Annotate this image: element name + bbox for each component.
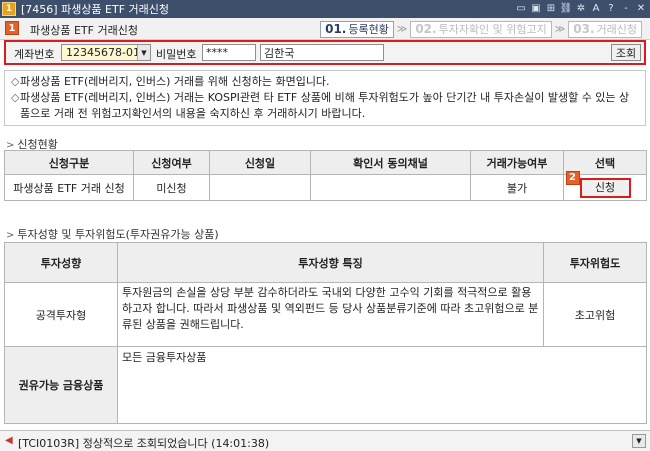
query-button[interactable]: 조회 [611,44,641,61]
recommended-products-value: 모든 금융투자상품 [117,346,647,424]
column-header: 투자위험도 [543,242,647,283]
table-header-row: 신청구분 신청여부 신청일 확인서 동의채널 거래가능여부 선택 [4,150,647,175]
step-indicator: 01. 등록현황 ≫ 02. 투자자확인 및 위험고지 ≫ 03. 거래신청 [320,20,642,38]
tile-icon[interactable]: ▣ [529,1,543,16]
column-header: 신청여부 [133,150,210,175]
account-label: 계좌번호 [14,48,55,61]
risk-level: 초고위험 [543,282,647,347]
password-label: 비밀번호 [156,48,197,61]
table-header-row: 투자성향 투자성향 특징 투자위험도 [4,242,647,283]
step-investor-confirm[interactable]: 02. 투자자확인 및 위험고지 [410,20,552,38]
screen-header: 1 파생상품 ETF 거래신청 01. 등록현황 ≫ 02. 투자자확인 및 위… [0,18,650,40]
settings-icon[interactable]: ✲ [574,1,588,16]
callout-badge-1: 1 [5,21,19,35]
column-header: 확인서 동의채널 [310,150,471,175]
table-row: 권유가능 금융상품 모든 금융투자상품 [4,346,647,424]
minimize-icon[interactable]: - [619,1,633,16]
application-date [209,174,311,201]
font-icon[interactable]: A [589,1,603,16]
status-bar: ◀ [TCI0103R] 정상적으로 조회되었습니다 (14:01:38) ▼ [0,430,650,451]
section-arrow-icon: > [6,230,15,241]
status-message: [TCI0103R] 정상적으로 조회되었습니다 (14:01:38) [18,437,270,450]
select-cell: 2 신청 [563,170,647,201]
investment-type: 공격투자형 [4,282,118,347]
application-type: 파생상품 ETF 거래 신청 [4,174,134,201]
tradable-status: 불가 [470,174,564,201]
column-header: 신청일 [209,150,311,175]
grid-icon[interactable]: ⊞ [544,1,558,16]
help-icon[interactable]: ? [604,1,618,16]
consent-channel [310,174,471,201]
chevron-down-icon[interactable]: ▼ [632,434,646,448]
account-holder-name: 김한국 [260,44,384,61]
step-arrow-icon: ≫ [396,23,408,35]
notice-line: ◇ 파생상품 ETF(레버리지, 인버스) 거래를 위해 신청하는 화면입니다. [11,75,330,88]
callout-badge-2: 2 [565,170,580,185]
app-icon: 1 [2,2,16,16]
account-select[interactable]: 12345678-01 ▼ [61,44,151,61]
apply-button[interactable]: 2 신청 [565,170,631,198]
window-controls: ▭ ▣ ⊞ ⛓ ✲ A ? - ✕ [514,1,648,16]
window-title: [7456] 파생상품 ETF 거래신청 [21,3,170,16]
page-title: 파생상품 ETF 거래신청 [30,24,138,37]
column-header: 신청구분 [4,150,134,175]
step-registration-status[interactable]: 01. 등록현황 [320,20,394,38]
column-header: 투자성향 특징 [117,242,544,283]
link-icon[interactable]: ⛓ [559,1,573,16]
section-title-investment: > 투자성향 및 투자위험도(투자권유가능 상품) [6,228,219,241]
step-label: 거래신청 [596,23,637,36]
title-bar: 1 [7456] 파생상품 ETF 거래신청 ▭ ▣ ⊞ ⛓ ✲ A ? - ✕ [0,0,650,18]
notice-line: ◇ 파생상품 ETF(레버리지, 인버스) 거래는 KOSPI관련 타 ETF … [11,91,630,120]
step-label: 투자자확인 및 위험고지 [438,23,547,36]
step-trade-application[interactable]: 03. 거래신청 [568,20,642,38]
password-input[interactable]: **** [202,44,256,61]
column-header: 투자성향 [4,242,118,283]
account-value: 12345678-01 [66,46,140,59]
recommended-products-label: 권유가능 금융상품 [4,346,118,424]
investment-description: 투자원금의 손실을 상당 부분 감수하더라도 국내외 다양한 고수익 기회를 적… [117,282,544,347]
step-arrow-icon: ≫ [554,23,566,35]
application-status-table: 신청구분 신청여부 신청일 확인서 동의채널 거래가능여부 선택 파생상품 ET… [4,150,647,201]
bullet-icon: ◇ [11,91,20,104]
notice-box: ◇ 파생상품 ETF(레버리지, 인버스) 거래를 위해 신청하는 화면입니다.… [4,70,646,126]
close-icon[interactable]: ✕ [634,1,648,16]
investment-profile-table: 투자성향 투자성향 특징 투자위험도 공격투자형 투자원금의 손실을 상당 부분… [4,242,647,424]
bullet-icon: ◇ [11,75,20,88]
application-status: 미신청 [133,174,210,201]
speaker-icon: ◀ [5,435,13,446]
column-header: 거래가능여부 [470,150,564,175]
chevron-down-icon[interactable]: ▼ [137,45,150,60]
restore-icon[interactable]: ▭ [514,1,528,16]
account-bar: 계좌번호 12345678-01 ▼ 비밀번호 **** 김한국 조회 [4,40,646,65]
table-row: 파생상품 ETF 거래 신청 미신청 불가 2 신청 [4,170,647,201]
table-row: 공격투자형 투자원금의 손실을 상당 부분 감수하더라도 국내외 다양한 고수익… [4,282,647,347]
step-label: 등록현황 [348,23,389,36]
